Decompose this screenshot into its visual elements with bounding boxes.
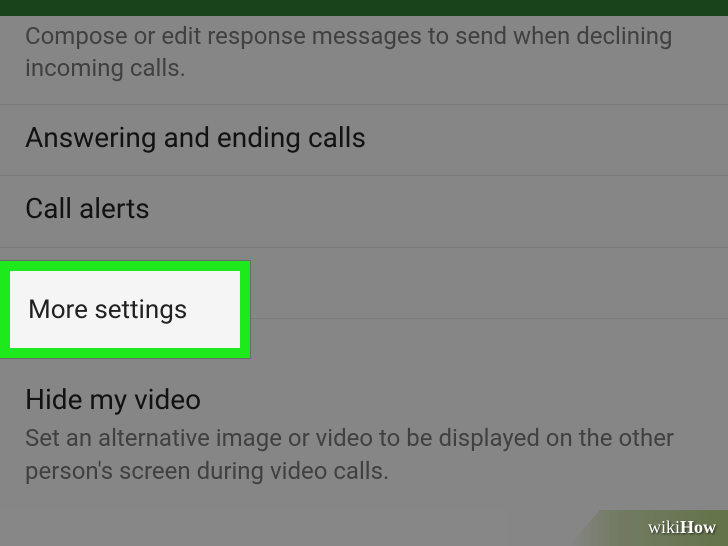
setting-title: Answering and ending calls xyxy=(25,120,703,156)
highlight-text: More settings xyxy=(28,295,187,325)
setting-call-alerts[interactable]: Call alerts xyxy=(0,176,728,247)
setting-title: Hide my video xyxy=(25,382,703,418)
wikihow-watermark: wikiHow xyxy=(648,517,716,538)
highlight-more-settings: More settings xyxy=(0,261,250,358)
setting-hide-video[interactable]: Hide my video Set an alternative image o… xyxy=(0,367,728,506)
setting-quick-decline[interactable]: Compose or edit response messages to sen… xyxy=(0,20,728,105)
setting-description: Compose or edit response messages to sen… xyxy=(25,20,703,85)
status-bar xyxy=(0,0,728,16)
setting-title: Call alerts xyxy=(25,191,703,227)
setting-description: Set an alternative image or video to be … xyxy=(25,422,703,487)
watermark-text: wikiHow xyxy=(648,517,716,538)
setting-answering-ending[interactable]: Answering and ending calls xyxy=(0,105,728,176)
